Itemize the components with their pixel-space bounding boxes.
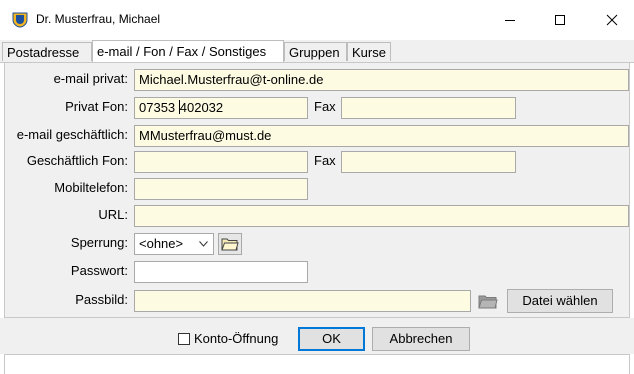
ok-button[interactable]: OK <box>298 327 365 351</box>
phone-private-label: Privat Fon: <box>65 99 128 114</box>
phone-private-field[interactable]: 07353 402032 <box>134 97 308 119</box>
password-field[interactable] <box>134 261 308 283</box>
choose-file-button[interactable]: Datei wählen <box>507 289 613 313</box>
email-private-label: e-mail privat: <box>53 71 128 86</box>
shield-icon <box>12 12 28 28</box>
fax-private-label: Fax <box>314 99 336 114</box>
minimize-icon <box>505 20 515 21</box>
tab-kurse[interactable]: Kurse <box>347 42 391 61</box>
folder-icon <box>221 238 239 251</box>
password-label: Passwort: <box>70 263 128 278</box>
account-opening-checkbox[interactable] <box>178 333 190 345</box>
cancel-button[interactable]: Abbrechen <box>372 327 470 351</box>
folder-icon <box>478 295 498 309</box>
photo-label: Passbild: <box>75 292 128 307</box>
tab-postadresse[interactable]: Postadresse <box>2 42 92 61</box>
title-bar: Dr. Musterfrau, Michael <box>0 0 634 40</box>
close-button[interactable] <box>590 6 634 34</box>
window-title: Dr. Musterfrau, Michael <box>36 12 161 26</box>
mobile-field[interactable] <box>134 178 308 200</box>
mobile-label: Mobiltelefon: <box>54 180 128 195</box>
email-business-label: e-mail geschäftlich: <box>16 127 128 142</box>
lock-folder-button[interactable] <box>218 233 242 255</box>
fax-business-field[interactable] <box>341 151 516 173</box>
tab-email-fon-fax[interactable]: e-mail / Fon / Fax / Sonstiges <box>92 40 284 63</box>
phone-business-label: Geschäftlich Fon: <box>26 153 128 168</box>
photo-path-field[interactable] <box>134 290 471 312</box>
lock-selected-value: <ohne> <box>139 236 184 251</box>
account-opening-label[interactable]: Konto-Öffnung <box>194 329 278 349</box>
url-label: URL: <box>98 207 128 222</box>
fax-private-field[interactable] <box>341 97 516 119</box>
phone-private-value-end: 402032 <box>179 100 224 115</box>
email-private-field[interactable]: Michael.Musterfrau@t-online.de <box>134 69 629 91</box>
minimize-button[interactable] <box>488 6 532 34</box>
lock-select[interactable]: <ohne> <box>134 233 214 255</box>
chevron-down-icon <box>199 241 208 247</box>
maximize-button[interactable] <box>538 6 582 34</box>
close-icon <box>606 14 618 26</box>
email-business-field[interactable]: MMusterfrau@must.de <box>134 125 629 147</box>
lock-label: Sperrung: <box>70 235 128 250</box>
status-area <box>4 354 630 374</box>
fax-business-label: Fax <box>314 153 336 168</box>
maximize-icon <box>555 15 565 25</box>
phone-private-value-start: 07353 <box>139 100 179 115</box>
tab-strip: Postadresse e-mail / Fon / Fax / Sonstig… <box>0 40 634 63</box>
photo-folder-button[interactable] <box>476 290 500 312</box>
url-field[interactable] <box>134 205 629 227</box>
tab-gruppen[interactable]: Gruppen <box>284 42 347 61</box>
phone-business-field[interactable] <box>134 151 308 173</box>
